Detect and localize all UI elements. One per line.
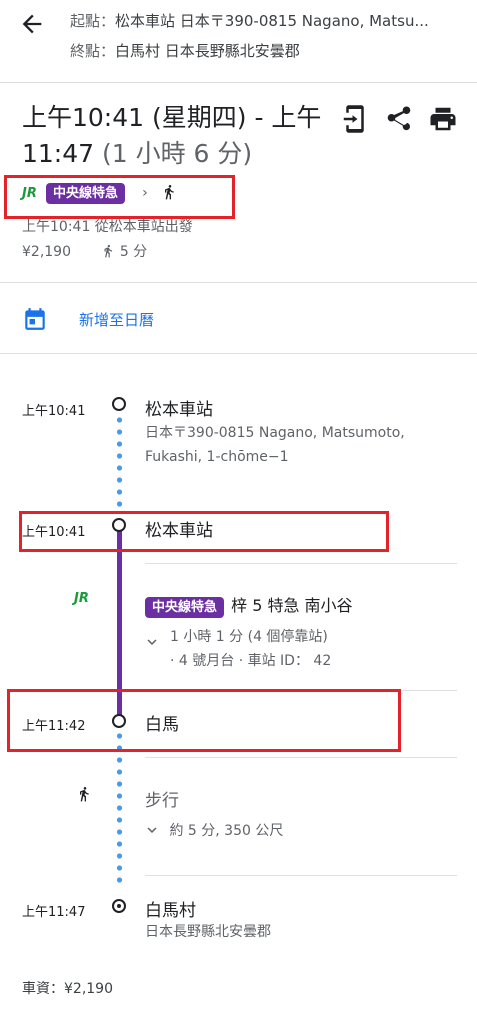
highlight-box — [19, 511, 389, 552]
walk-dot — [116, 781, 123, 787]
walk-dot — [116, 853, 123, 859]
walk-detail: 約 5 分, 350 公尺 — [169, 823, 284, 839]
stop1-address: 日本〒390-0815 Nagano, Matsumoto, Fukashi, … — [145, 425, 405, 465]
stop-marker — [112, 397, 126, 411]
stop1-name[interactable]: 松本車站 — [145, 395, 213, 420]
calendar-icon — [25, 308, 45, 330]
origin-row[interactable]: 起點：松本車站 日本〒390-0815 Nagano, Matsu... — [70, 10, 470, 31]
add-to-calendar-button[interactable]: 新增至日曆 — [22, 306, 322, 336]
walk-details-toggle[interactable]: 約 5 分, 350 公尺 — [143, 820, 283, 840]
divider — [145, 757, 457, 758]
walk-label: 步行 — [145, 791, 179, 811]
walk-dot — [116, 417, 123, 423]
divider — [0, 353, 477, 354]
walk-dot — [116, 841, 123, 847]
walk-dot — [116, 793, 123, 799]
walk-dot — [116, 805, 123, 811]
walk-dot — [116, 465, 123, 471]
walk-dot — [116, 477, 123, 483]
origin-key: 起點： — [70, 12, 116, 30]
chevron-down-icon — [147, 827, 157, 833]
train-line[interactable]: 中央線特急 梓 5 特急 南小谷 — [145, 592, 353, 618]
fare-and-walk: ¥2,190 5 分 — [22, 241, 147, 261]
destination-value: 白馬村 日本長野縣北安曇郡 — [115, 42, 300, 60]
stop4-name[interactable]: 白馬村 — [145, 896, 196, 921]
divider — [0, 282, 477, 283]
walk-dot — [116, 829, 123, 835]
walk-dot — [116, 489, 123, 495]
destination-marker-dot — [117, 904, 121, 908]
train-description: 梓 5 特急 南小谷 — [231, 596, 353, 615]
print-icon[interactable] — [428, 104, 458, 134]
trip-duration: (1 小時 6 分) — [102, 139, 253, 168]
back-arrow-icon[interactable] — [18, 10, 46, 38]
train-detail-2: · 4 號月台 · 車站 ID： 42 — [170, 653, 332, 669]
fare-summary: ¥2,190 — [22, 244, 71, 260]
chevron-down-icon — [147, 639, 157, 645]
fare-total: 車資：¥2,190 — [22, 981, 113, 997]
destination-row[interactable]: 終點：白馬村 日本長野縣北安曇郡 — [70, 40, 470, 61]
stop4-time: 上午11:47 — [22, 905, 86, 920]
walk-dot — [116, 817, 123, 823]
walk-icon — [104, 244, 113, 258]
send-to-phone-icon[interactable] — [340, 104, 370, 134]
stop4-address: 日本長野縣北安曇郡 — [145, 924, 271, 940]
walk-icon — [80, 787, 89, 802]
train-details-toggle[interactable]: 1 小時 1 分 (4 個停靠站) · 4 號月台 · 車站 ID： 42 — [143, 625, 373, 673]
walk-dot — [116, 429, 123, 435]
train-detail-1: 1 小時 1 分 (4 個停靠站) — [170, 629, 328, 645]
highlight-box — [7, 689, 401, 752]
walk-dot — [116, 877, 123, 883]
timeline-track — [116, 417, 123, 883]
highlight-box — [4, 175, 235, 219]
add-to-calendar-label: 新增至日曆 — [79, 311, 155, 329]
divider — [145, 563, 457, 564]
stop1-time: 上午10:41 — [22, 404, 86, 419]
share-icon[interactable] — [384, 104, 414, 134]
walk-dot — [116, 757, 123, 763]
depart-text: 上午10:41 從松本車站出發 — [22, 219, 193, 235]
origin-value: 松本車站 日本〒390-0815 Nagano, Matsu... — [115, 12, 429, 30]
jr-logo: JR — [74, 591, 89, 606]
trip-title: 上午10:41 (星期四) - 上午 11:47 (1 小時 6 分) — [22, 100, 342, 172]
line-badge: 中央線特急 — [145, 597, 225, 618]
divider — [145, 875, 457, 876]
walk-dot — [116, 865, 123, 871]
walk-time: 5 分 — [119, 244, 148, 260]
walk-dot — [116, 501, 123, 507]
walk-dot — [116, 453, 123, 459]
destination-key: 終點： — [70, 42, 116, 60]
route-header: 起點：松本車站 日本〒390-0815 Nagano, Matsu... 終點：… — [0, 0, 477, 83]
walk-dot — [116, 769, 123, 775]
walk-dot — [116, 441, 123, 447]
